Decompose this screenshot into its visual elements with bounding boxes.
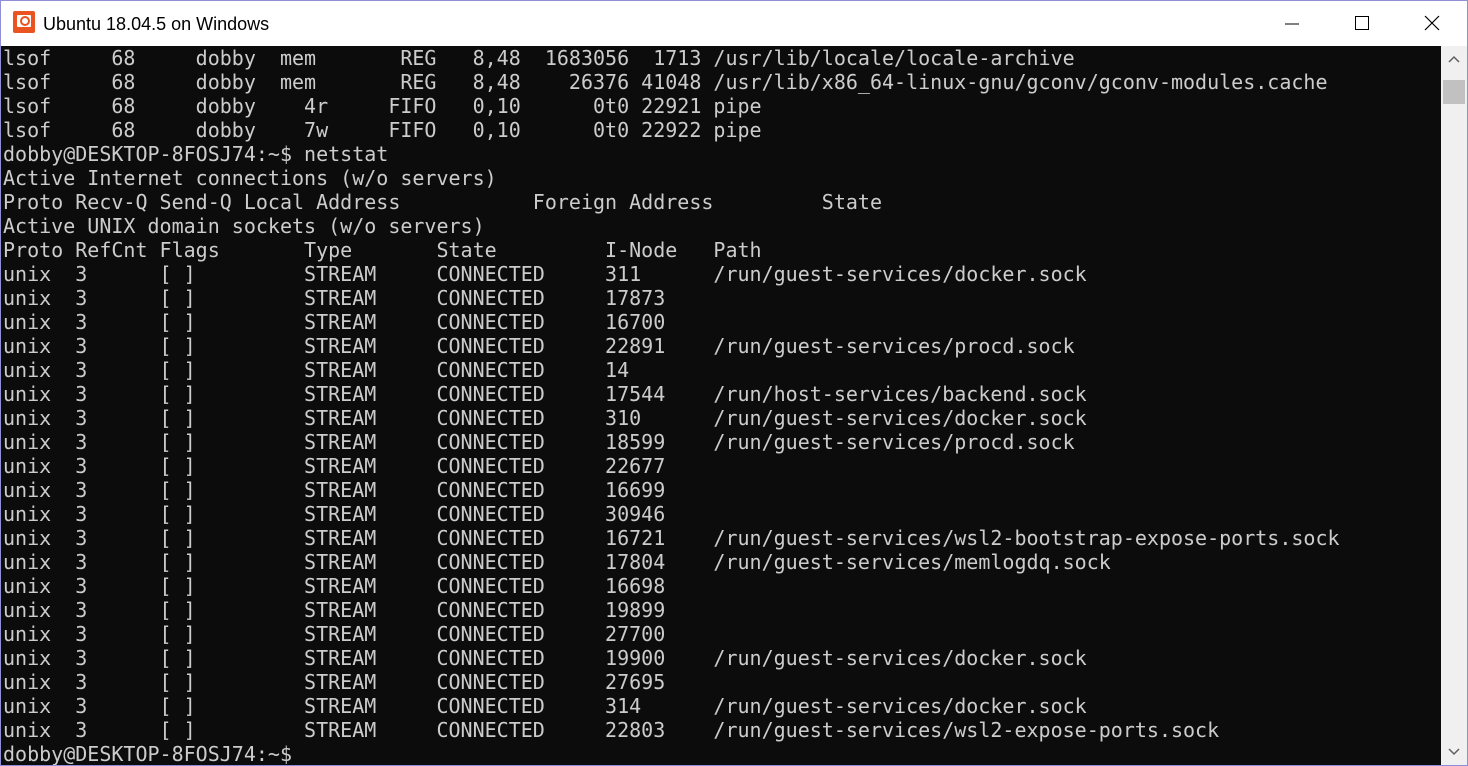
terminal-line: unix 3 [ ] STREAM CONNECTED 310 /run/gue… — [3, 406, 1087, 430]
scroll-up-button[interactable] — [1441, 46, 1467, 72]
terminal-line: unix 3 [ ] STREAM CONNECTED 16699 — [3, 478, 666, 502]
scroll-down-arrow-icon — [1448, 748, 1460, 756]
terminal-line: unix 3 [ ] STREAM CONNECTED 22891 /run/g… — [3, 334, 1075, 358]
terminal-line: unix 3 [ ] STREAM CONNECTED 16700 — [3, 310, 666, 334]
minimize-button[interactable] — [1257, 1, 1327, 46]
terminal-window: Ubuntu 18.04.5 on Windows lsof 68 dobby … — [0, 0, 1468, 766]
title-bar[interactable]: Ubuntu 18.04.5 on Windows — [1, 1, 1467, 46]
terminal-line: dobby@DESKTOP-8FOSJ74:~$ — [3, 742, 292, 765]
terminal-line: unix 3 [ ] STREAM CONNECTED 314 /run/gue… — [3, 694, 1087, 718]
window-title: Ubuntu 18.04.5 on Windows — [43, 14, 270, 34]
terminal-line: unix 3 [ ] STREAM CONNECTED 18599 /run/g… — [3, 430, 1075, 454]
terminal-line: Proto RefCnt Flags Type State I-Node Pat… — [3, 238, 762, 262]
terminal-output[interactable]: lsof 68 dobby mem REG 8,48 1683056 1713 … — [1, 46, 1441, 765]
vertical-scrollbar[interactable] — [1441, 46, 1467, 765]
terminal-line: Proto Recv-Q Send-Q Local Address Foreig… — [3, 190, 882, 214]
scrollbar-thumb[interactable] — [1443, 80, 1465, 104]
terminal-line: unix 3 [ ] STREAM CONNECTED 17544 /run/h… — [3, 382, 1087, 406]
terminal-line: unix 3 [ ] STREAM CONNECTED 19899 — [3, 598, 666, 622]
terminal-line: lsof 68 dobby mem REG 8,48 26376 41048 /… — [3, 70, 1328, 94]
terminal-line: unix 3 [ ] STREAM CONNECTED 19900 /run/g… — [3, 646, 1087, 670]
maximize-icon — [1355, 16, 1369, 30]
terminal-line: lsof 68 dobby mem REG 8,48 1683056 1713 … — [3, 46, 1075, 70]
terminal-line: dobby@DESKTOP-8FOSJ74:~$ netstat — [3, 142, 389, 166]
terminal-line: lsof 68 dobby 4r FIFO 0,10 0t0 22921 pip… — [3, 94, 762, 118]
terminal-line: unix 3 [ ] STREAM CONNECTED 22677 — [3, 454, 666, 478]
terminal-line: unix 3 [ ] STREAM CONNECTED 14 — [3, 358, 630, 382]
minimize-icon — [1285, 23, 1299, 25]
close-icon — [1424, 15, 1440, 31]
terminal-line: unix 3 [ ] STREAM CONNECTED 17873 — [3, 286, 666, 310]
terminal-line: Active Internet connections (w/o servers… — [3, 166, 497, 190]
terminal-line: unix 3 [ ] STREAM CONNECTED 30946 — [3, 502, 666, 526]
terminal-line: Active UNIX domain sockets (w/o servers) — [3, 214, 485, 238]
terminal-line: unix 3 [ ] STREAM CONNECTED 311 /run/gue… — [3, 262, 1087, 286]
terminal-line: unix 3 [ ] STREAM CONNECTED 27695 — [3, 670, 666, 694]
terminal-line: unix 3 [ ] STREAM CONNECTED 27700 — [3, 622, 666, 646]
terminal-line: unix 3 [ ] STREAM CONNECTED 16698 — [3, 574, 666, 598]
close-button[interactable] — [1397, 1, 1467, 46]
terminal-line: lsof 68 dobby 7w FIFO 0,10 0t0 22922 pip… — [3, 118, 762, 142]
scroll-up-arrow-icon — [1448, 55, 1460, 63]
terminal-line: unix 3 [ ] STREAM CONNECTED 22803 /run/g… — [3, 718, 1220, 742]
maximize-button[interactable] — [1327, 1, 1397, 46]
terminal-line: unix 3 [ ] STREAM CONNECTED 16721 /run/g… — [3, 526, 1340, 550]
ubuntu-app-icon[interactable] — [13, 11, 35, 33]
terminal-line: unix 3 [ ] STREAM CONNECTED 17804 /run/g… — [3, 550, 1111, 574]
scroll-down-button[interactable] — [1441, 739, 1467, 765]
